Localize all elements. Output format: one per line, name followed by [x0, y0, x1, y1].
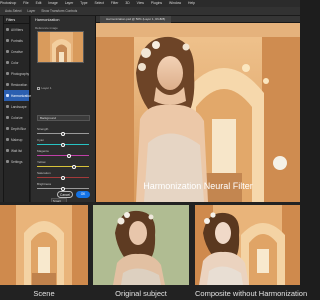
nav-item-depth-blur[interactable]: Depth Blur [4, 123, 29, 134]
nav-item-colorize[interactable]: Colorize [4, 112, 29, 123]
nav-item-label: Color [11, 60, 19, 65]
layer-option[interactable]: Layer [27, 9, 35, 13]
composite-caption: Composite without Harmonization [195, 289, 308, 298]
menu-view[interactable]: View [137, 1, 144, 5]
slider-knob[interactable] [61, 142, 65, 147]
filter-icon [6, 127, 9, 130]
nav-item-label: Makeup [11, 137, 23, 142]
nav-item-landscape[interactable]: Landscape [4, 101, 29, 112]
filter-icon [6, 160, 9, 163]
original-subject-image [93, 205, 189, 285]
nav-item-wait-list[interactable]: Wait list [4, 145, 29, 156]
document-canvas[interactable] [96, 23, 300, 202]
nav-item-settings[interactable]: Settings [4, 156, 29, 167]
filter-icon [6, 28, 9, 31]
filter-icon [6, 72, 9, 75]
transform-controls-option[interactable]: Show Transform Controls [41, 9, 77, 13]
slider-knob[interactable] [67, 153, 72, 158]
menu-filter[interactable]: Filter [111, 1, 119, 5]
filter-icon [6, 61, 9, 64]
menu-plugins[interactable]: Plugins [151, 1, 162, 5]
filter-icon [6, 83, 9, 86]
nav-item-label: Colorize [11, 115, 23, 120]
nav-item-label: Restoration [11, 82, 28, 87]
menu-select[interactable]: Select [94, 1, 103, 5]
neural-filters-nav: Filters All filters Portraits Creative Colo… [4, 16, 32, 202]
reference-image-thumbnail[interactable] [37, 31, 84, 63]
cancel-button[interactable]: Cancel [57, 191, 73, 198]
menu-help[interactable]: Help [188, 1, 195, 5]
filter-icon [6, 138, 9, 141]
checkbox-box[interactable] [37, 86, 40, 90]
nav-item-label: Settings [11, 159, 23, 164]
nav-item-photography[interactable]: Photography [4, 68, 29, 79]
nav-item-label: Creative [11, 49, 23, 54]
nav-item-label: All filters [11, 27, 24, 32]
scene-image [0, 205, 88, 285]
nav-item-color[interactable]: Color [4, 57, 29, 68]
menu-bar: Photoshop File Edit Image Layer Type Sel… [0, 0, 300, 7]
composite-without-harmonization-image [195, 205, 300, 285]
main-caption: Harmonization Neural Filter [143, 181, 253, 191]
original-subject-caption: Original subject [115, 289, 167, 298]
options-bar: Auto-Select Layer Show Transform Control… [0, 7, 300, 16]
slider-knob[interactable] [61, 131, 65, 136]
nav-item-label: Landscape [11, 104, 27, 109]
filter-title: Harmonization [35, 18, 60, 22]
slider-track[interactable] [37, 166, 89, 168]
reference-image-label: Reference image [35, 26, 58, 30]
layer-checkbox-label: Layer 1 [41, 86, 52, 90]
nav-item-label: Photography [11, 71, 30, 76]
nav-item-label: Portraits [11, 38, 23, 43]
nav-item-harmonization[interactable]: Harmonization [4, 90, 32, 101]
menu-layer[interactable]: Layer [65, 1, 73, 5]
harmonization-settings-panel: Harmonization Reference image Layer 1 Ba… [31, 16, 96, 208]
filter-icon [6, 39, 9, 42]
nav-item-restoration[interactable]: Restoration [4, 79, 29, 90]
ok-button[interactable]: OK [76, 191, 90, 198]
scene-caption: Scene [33, 289, 55, 298]
menu-image[interactable]: Image [48, 1, 57, 5]
slider-knob[interactable] [61, 175, 65, 180]
nav-panel-title: Filters [4, 16, 29, 24]
document-tab-bar: Harmonization.psd @ 50% (Layer 1, RGB/8) [96, 16, 300, 23]
menu-window[interactable]: Window [169, 1, 181, 5]
nav-item-all-filters[interactable]: All filters [4, 24, 29, 35]
layer-checkbox[interactable]: Layer 1 [37, 86, 52, 90]
filter-icon [6, 149, 9, 152]
menu-edit[interactable]: Edit [36, 1, 42, 5]
menu-type[interactable]: Type [80, 1, 87, 5]
menu-file[interactable]: File [23, 1, 28, 5]
nav-item-creative[interactable]: Creative [4, 46, 29, 57]
nav-item-label: Harmonization [11, 93, 32, 98]
menu-photoshop[interactable]: Photoshop [0, 1, 16, 5]
slider-knob[interactable] [72, 164, 77, 169]
reference-layer-select[interactable]: Background [37, 115, 90, 121]
menu-3d[interactable]: 3D [125, 1, 129, 5]
slider-track[interactable] [37, 155, 89, 157]
nav-item-makeup[interactable]: Makeup [4, 134, 29, 145]
auto-select-option[interactable]: Auto-Select [5, 9, 21, 13]
filter-icon [6, 105, 9, 108]
nav-item-label: Depth Blur [11, 126, 27, 131]
nav-item-label: Wait list [11, 148, 23, 153]
nav-item-portraits[interactable]: Portraits [4, 35, 29, 46]
harmonized-composite-image [96, 23, 300, 202]
filter-icon [6, 94, 9, 97]
filter-icon [6, 50, 9, 53]
document-tab[interactable]: Harmonization.psd @ 50% (Layer 1, RGB/8) [100, 16, 172, 23]
filter-icon [6, 116, 9, 119]
nav-item-list: All filters Portraits Creative Color Photogr… [4, 24, 32, 167]
